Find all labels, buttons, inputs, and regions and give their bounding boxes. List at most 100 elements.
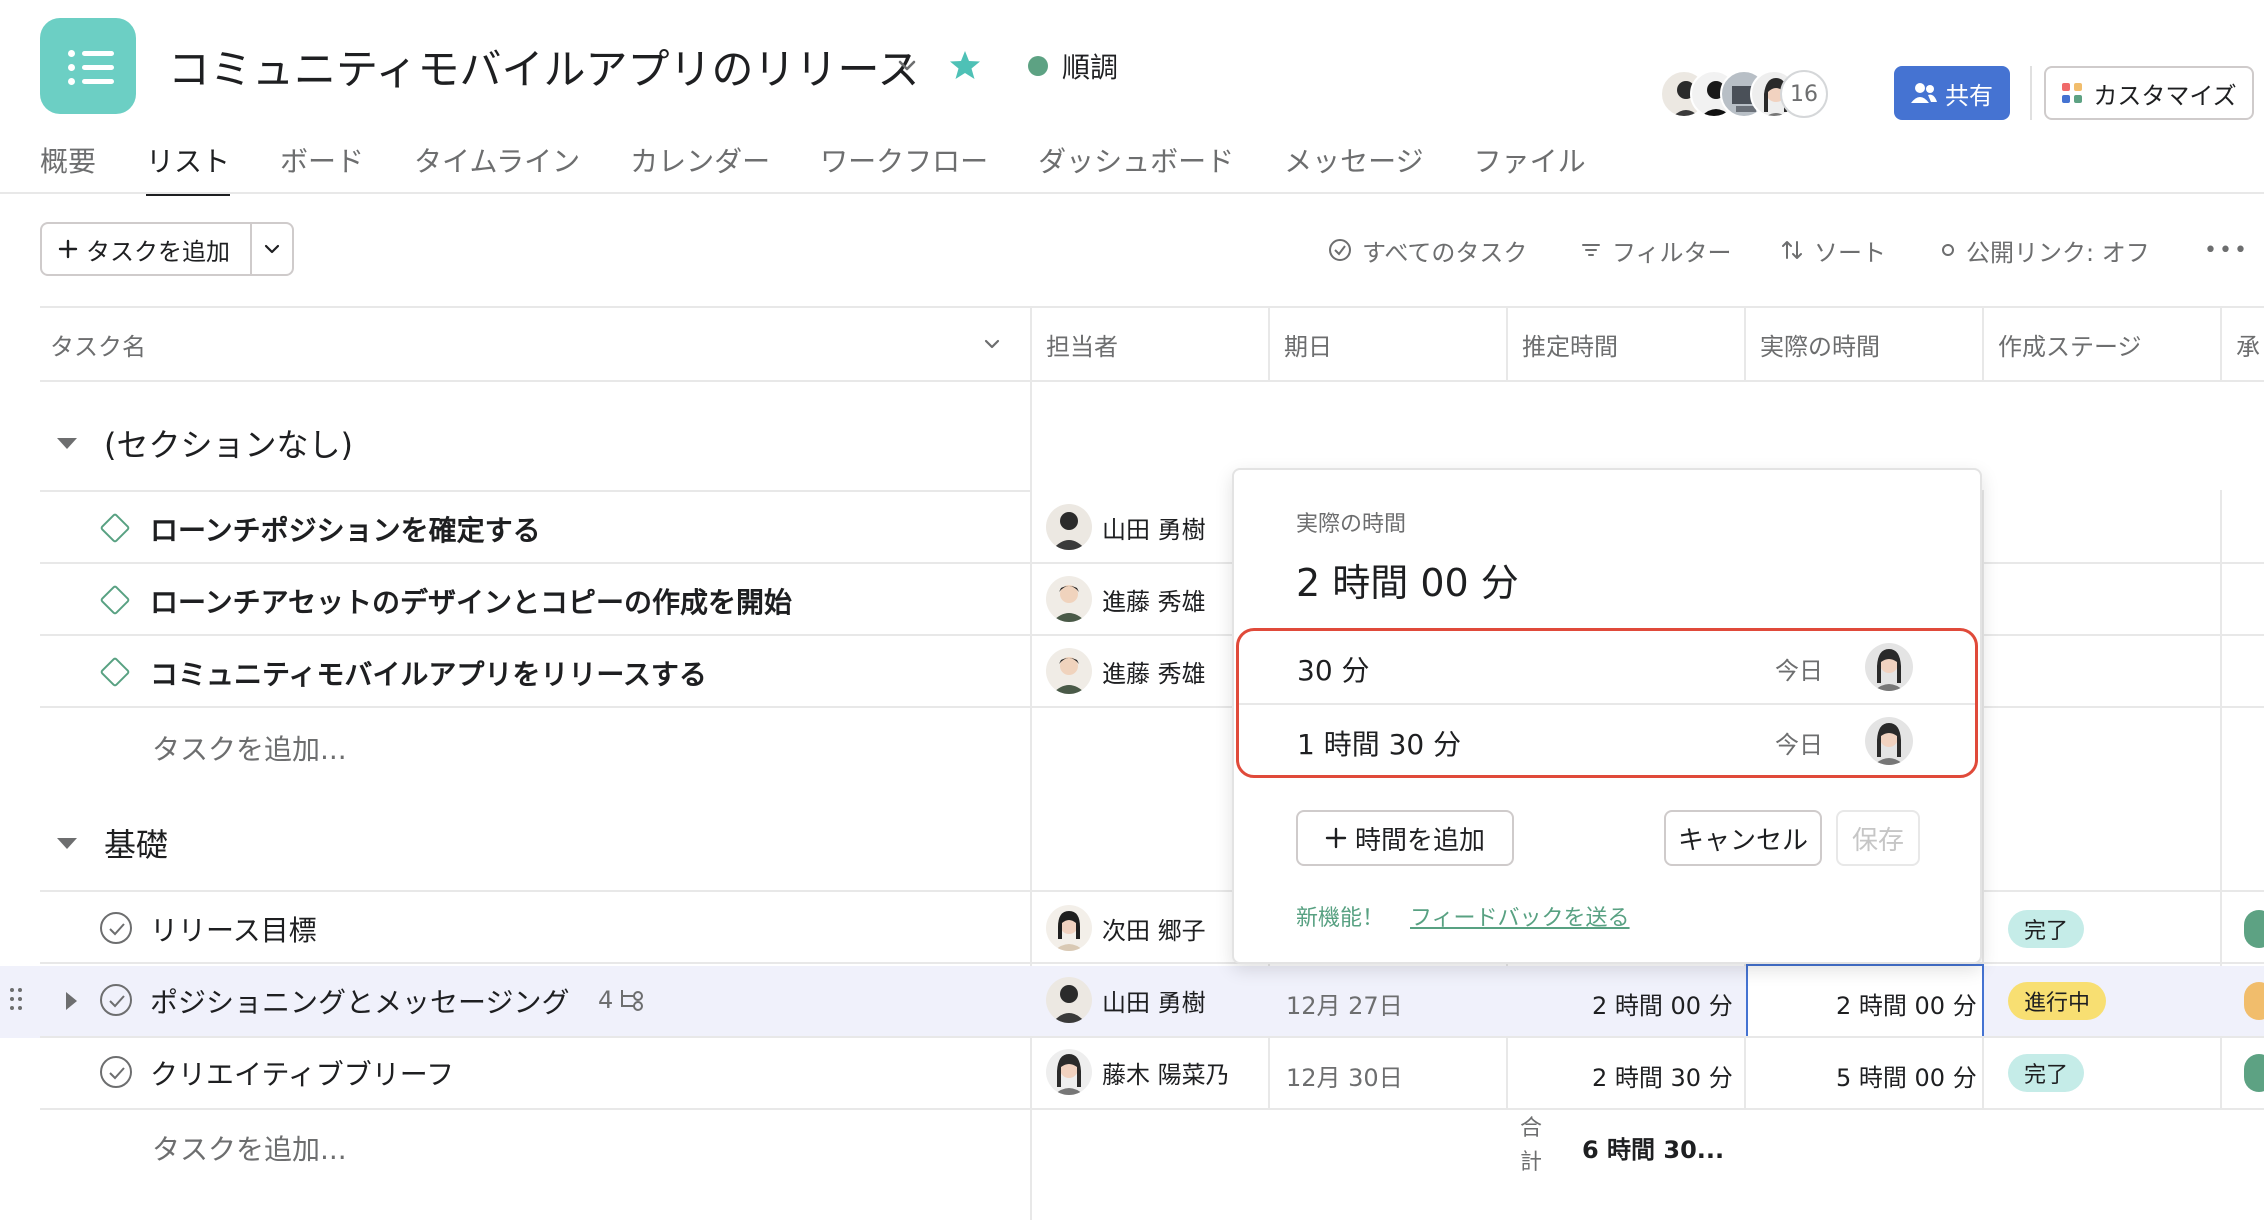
estimated-time[interactable]: 2 時間 30 分	[1592, 1058, 1733, 1093]
save-button[interactable]: 保存	[1836, 810, 1920, 866]
column-approval[interactable]: 承	[2220, 308, 2264, 380]
add-task-inline[interactable]: タスクを追加...	[152, 1128, 347, 1168]
add-task-button[interactable]: タスクを追加	[42, 224, 252, 274]
tab-workflow[interactable]: ワークフロー	[820, 140, 988, 192]
time-entries-highlight: 30 分 今日 1 時間 30 分 今日	[1236, 628, 1978, 778]
entry-duration[interactable]: 30 分	[1297, 649, 1370, 689]
task-assignee[interactable]: 進藤 秀雄	[1046, 648, 1206, 694]
expand-subtasks-icon[interactable]	[66, 992, 77, 1010]
avatar	[1046, 977, 1092, 1023]
member-count[interactable]: 16	[1780, 70, 1828, 118]
task-name[interactable]: ローンチポジションを確定する	[150, 509, 541, 549]
status-label[interactable]: 順調	[1062, 46, 1118, 86]
all-tasks-filter[interactable]: すべてのタスク	[1328, 232, 1527, 268]
public-link-label: 公開リンク: オフ	[1966, 238, 2150, 267]
avatar	[1865, 717, 1913, 765]
project-tabs: 概要 リスト ボード タイムライン カレンダー ワークフロー ダッシュボード メ…	[40, 140, 1636, 196]
add-task-label: タスクを追加	[86, 237, 230, 266]
section-title[interactable]: 基礎	[104, 820, 168, 866]
project-title[interactable]: コミュニティモバイルアプリのリリース	[168, 36, 919, 97]
popup-total: 2 時間 00 分	[1296, 561, 1519, 605]
task-name[interactable]: ローンチアセットのデザインとコピーの作成を開始	[150, 581, 792, 621]
column-due-date[interactable]: 期日	[1268, 308, 1506, 380]
complete-task-checkbox[interactable]	[100, 912, 132, 944]
tab-list[interactable]: リスト	[146, 140, 231, 196]
section-collapse-icon[interactable]	[57, 438, 77, 449]
add-task-dropdown[interactable]	[252, 224, 292, 274]
complete-task-checkbox[interactable]	[100, 1056, 132, 1088]
tab-board[interactable]: ボード	[280, 140, 364, 192]
section-collapse-icon[interactable]	[57, 838, 77, 849]
complete-task-checkbox[interactable]	[100, 984, 132, 1016]
tab-files[interactable]: ファイル	[1474, 140, 1586, 192]
tabs-border	[0, 192, 2264, 194]
sort-button[interactable]: ソート	[1780, 232, 1886, 268]
approval-pill[interactable]	[2244, 982, 2264, 1020]
filter-button[interactable]: フィルター	[1580, 232, 1732, 268]
stage-pill[interactable]: 進行中	[2008, 982, 2107, 1020]
column-stage[interactable]: 作成ステージ	[1982, 308, 2220, 380]
avatar	[1865, 643, 1913, 691]
task-assignee[interactable]: 進藤 秀雄	[1046, 576, 1206, 622]
approval-pill[interactable]	[2244, 910, 2264, 948]
subtask-icon[interactable]	[618, 988, 646, 1012]
project-list-icon[interactable]	[40, 18, 136, 114]
section-title[interactable]: (セクションなし)	[104, 420, 353, 466]
approval-pill[interactable]	[2244, 1054, 2264, 1092]
milestone-icon[interactable]	[99, 656, 131, 688]
avatar	[1046, 1049, 1092, 1095]
time-entry[interactable]: 30 分 今日	[1239, 631, 1975, 705]
total-value: 6 時間 30...	[1582, 1136, 1725, 1164]
task-name[interactable]: リリース目標	[150, 909, 317, 949]
tab-messages[interactable]: メッセージ	[1284, 140, 1423, 192]
task-name[interactable]: ポジショニングとメッセージング	[150, 981, 569, 1021]
add-time-button[interactable]: 時間を追加	[1296, 810, 1514, 866]
milestone-icon[interactable]	[99, 584, 131, 616]
column-actual-time[interactable]: 実際の時間	[1744, 308, 1982, 380]
chevron-down-icon[interactable]	[982, 334, 1002, 354]
plus-icon	[58, 239, 78, 259]
task-assignee[interactable]: 次田 郷子	[1046, 905, 1206, 951]
column-task-name[interactable]: タスク名	[40, 308, 1030, 380]
task-assignee[interactable]: 山田 勇樹	[1046, 977, 1206, 1023]
subtask-count[interactable]: 4	[598, 986, 613, 1014]
column-assignee[interactable]: 担当者	[1030, 308, 1268, 380]
tab-dashboard[interactable]: ダッシュボード	[1038, 140, 1234, 192]
due-date[interactable]: 12月 27日	[1286, 986, 1403, 1021]
filter-icon	[1582, 244, 1600, 256]
row-divider	[40, 490, 1030, 492]
tab-overview[interactable]: 概要	[40, 140, 96, 192]
star-icon[interactable]	[948, 48, 982, 82]
task-name[interactable]: コミュニティモバイルアプリをリリースする	[150, 653, 707, 693]
stage-pill[interactable]: 完了	[2008, 1054, 2085, 1092]
share-button[interactable]: 共有	[1894, 66, 2010, 120]
customize-button[interactable]: カスタマイズ	[2044, 66, 2254, 120]
avatar	[1046, 504, 1092, 550]
chevron-down-icon[interactable]	[896, 54, 918, 76]
avatar	[1046, 576, 1092, 622]
entry-duration[interactable]: 1 時間 30 分	[1297, 723, 1461, 763]
due-date[interactable]: 12月 30日	[1286, 1058, 1403, 1093]
task-name[interactable]: クリエイティブブリーフ	[150, 1053, 454, 1093]
actual-time[interactable]: 2 時間 00 分	[1836, 986, 1977, 1021]
column-task-name-label: タスク名	[50, 332, 146, 361]
time-entry[interactable]: 1 時間 30 分 今日	[1239, 705, 1975, 777]
more-options-button[interactable]: •••	[2204, 232, 2249, 268]
add-task-inline[interactable]: タスクを追加...	[152, 728, 347, 768]
estimated-time[interactable]: 2 時間 00 分	[1592, 986, 1733, 1021]
actual-time[interactable]: 5 時間 00 分	[1836, 1058, 1977, 1093]
stage-pill[interactable]: 完了	[2008, 910, 2085, 948]
add-task-button-group: タスクを追加	[40, 222, 294, 276]
task-assignee[interactable]: 山田 勇樹	[1046, 504, 1206, 550]
milestone-icon[interactable]	[99, 512, 131, 544]
row-divider	[40, 1036, 2264, 1038]
drag-handle-icon[interactable]	[10, 988, 24, 1012]
column-estimated-time[interactable]: 推定時間	[1506, 308, 1744, 380]
feedback-link[interactable]: フィードバックを送る	[1410, 900, 1630, 932]
task-assignee[interactable]: 藤木 陽菜乃	[1046, 1049, 1230, 1095]
tab-calendar[interactable]: カレンダー	[630, 140, 770, 192]
public-link-button[interactable]: 公開リンク: オフ	[1940, 232, 2150, 268]
customize-label: カスタマイズ	[2093, 81, 2237, 110]
tab-timeline[interactable]: タイムライン	[414, 140, 580, 192]
cancel-button[interactable]: キャンセル	[1664, 810, 1822, 866]
